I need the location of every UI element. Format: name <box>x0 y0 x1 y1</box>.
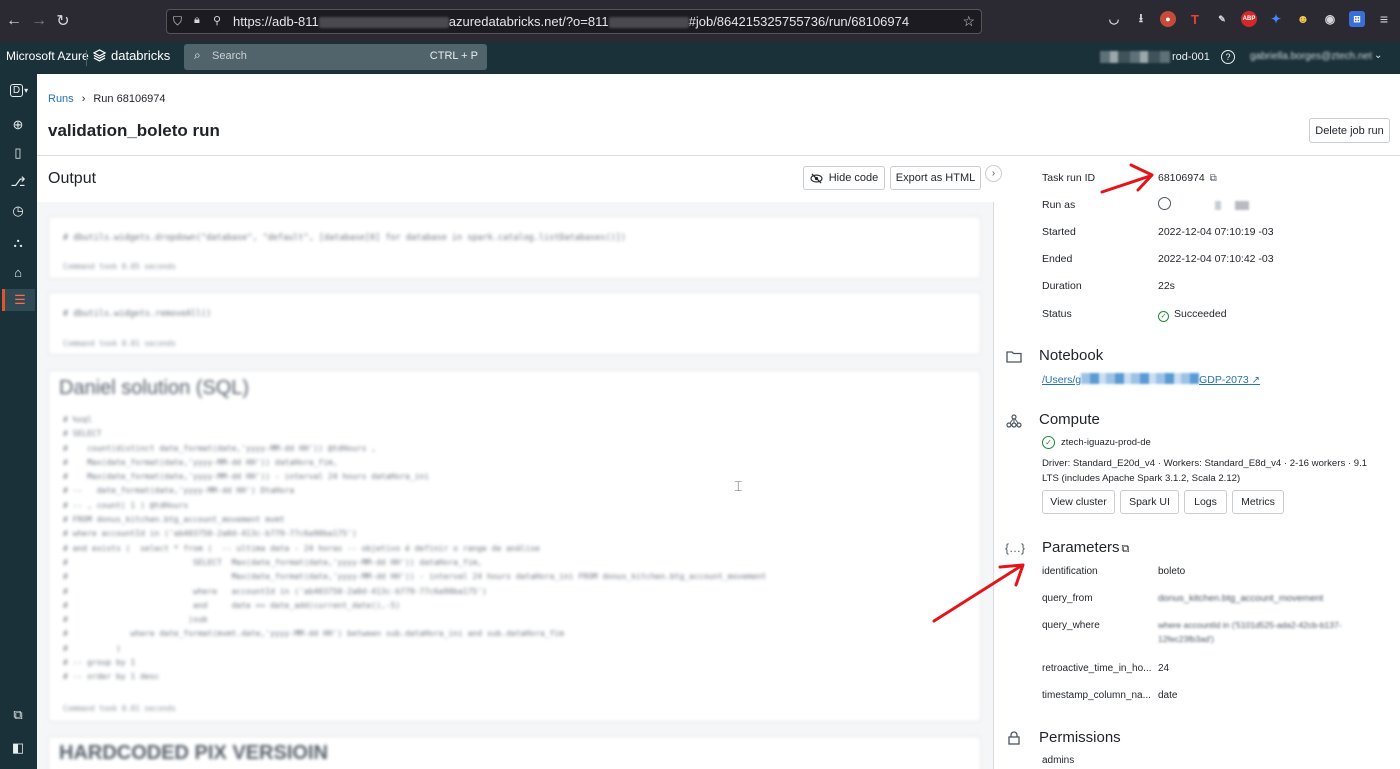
annotation-arrows <box>932 163 1154 623</box>
annotation-arrow <box>1100 163 1154 194</box>
annotation-arrow <box>932 563 1025 623</box>
chevron-right-icon[interactable]: › <box>985 165 1002 182</box>
